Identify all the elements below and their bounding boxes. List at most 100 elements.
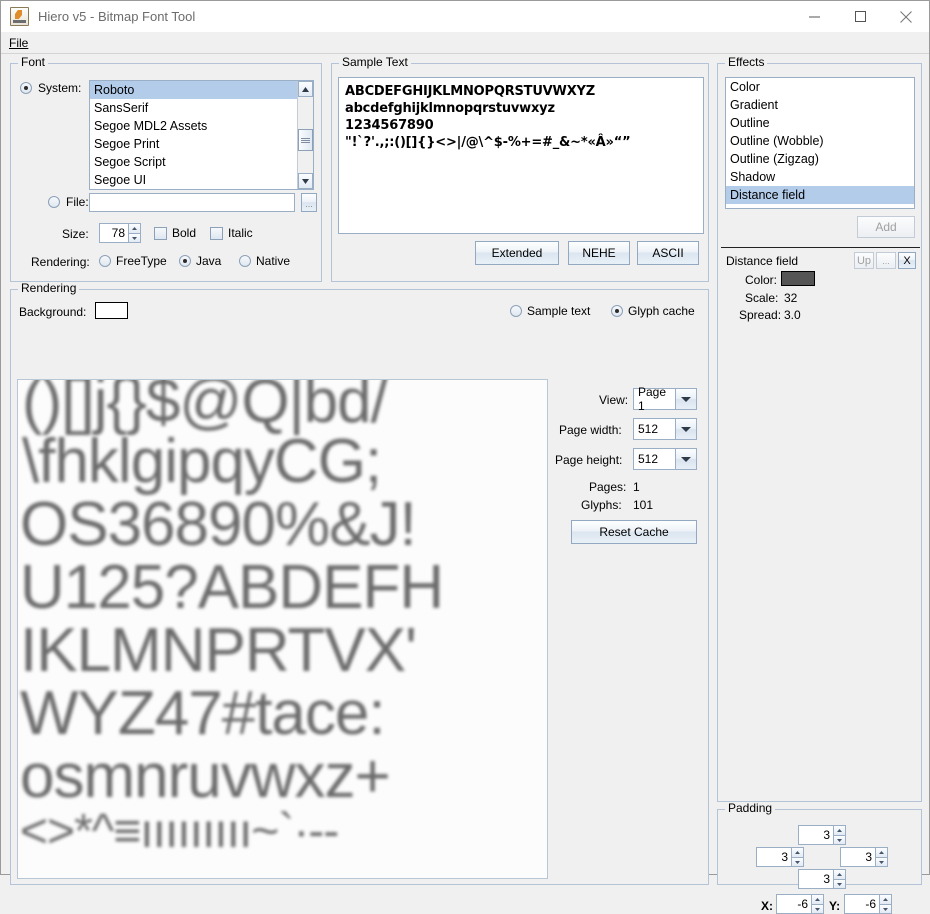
glyph-cache-mode-row[interactable]: Glyph cache xyxy=(611,304,695,318)
system-font-list[interactable]: Roboto SansSerif Segoe MDL2 Assets Segoe… xyxy=(89,80,314,190)
padding-bottom-stepper[interactable]: 3 xyxy=(798,869,846,889)
stepper-arrows[interactable] xyxy=(791,847,804,867)
padding-right-stepper[interactable]: 3 xyxy=(840,847,888,867)
stepper-up-icon[interactable] xyxy=(791,847,804,857)
file-radio-row[interactable]: File: xyxy=(48,195,89,209)
padding-y-stepper[interactable]: -6 xyxy=(844,894,892,914)
padding-bottom-value[interactable]: 3 xyxy=(798,869,833,889)
list-item[interactable]: Segoe UI xyxy=(90,171,313,189)
system-radio-row[interactable]: System: xyxy=(20,81,81,95)
glyph-cache-radio[interactable] xyxy=(611,305,623,317)
list-item[interactable]: Shadow xyxy=(726,168,914,186)
extended-button[interactable]: Extended xyxy=(475,241,559,265)
page-height-select[interactable]: 512 xyxy=(633,448,697,470)
scrollbar-thumb[interactable] xyxy=(298,129,313,151)
page-height-value: 512 xyxy=(634,449,675,469)
file-radio[interactable] xyxy=(48,196,60,208)
sample-text-radio[interactable] xyxy=(510,305,522,317)
background-color-swatch[interactable] xyxy=(95,302,128,319)
font-file-browse-button[interactable]: ... xyxy=(301,193,317,212)
bold-checkbox[interactable] xyxy=(154,227,167,240)
stepper-up-icon[interactable] xyxy=(833,825,846,835)
close-icon[interactable] xyxy=(883,1,929,32)
maximize-icon[interactable] xyxy=(837,1,883,32)
padding-x-value[interactable]: -6 xyxy=(776,894,811,914)
stepper-arrows[interactable] xyxy=(833,825,846,845)
stepper-up-icon[interactable] xyxy=(879,894,892,904)
font-size-stepper[interactable]: 78 xyxy=(99,223,141,243)
stepper-up-icon[interactable] xyxy=(811,894,824,904)
padding-x-stepper[interactable]: -6 xyxy=(776,894,824,914)
view-page-select[interactable]: Page 1 xyxy=(633,388,697,410)
stepper-arrows[interactable] xyxy=(811,894,824,914)
effects-list[interactable]: Color Gradient Outline Outline (Wobble) … xyxy=(725,77,915,209)
ascii-button[interactable]: ASCII xyxy=(637,241,699,265)
font-size-value[interactable]: 78 xyxy=(99,223,128,243)
java-radio[interactable] xyxy=(179,255,191,267)
padding-top-value[interactable]: 3 xyxy=(798,825,833,845)
stepper-down-icon[interactable] xyxy=(833,879,846,889)
sample-text-input[interactable]: ABCDEFGHIJKLMNOPQRSTUVWXYZ abcdefghijklm… xyxy=(338,77,704,234)
padding-left-value[interactable]: 3 xyxy=(756,847,791,867)
glyph-row: IKLMNPRTVX' xyxy=(20,615,416,686)
effect-options-button[interactable]: ... xyxy=(876,252,896,269)
stepper-up-icon[interactable] xyxy=(128,223,141,233)
native-radio[interactable] xyxy=(239,255,251,267)
page-width-select[interactable]: 512 xyxy=(633,418,697,440)
list-item[interactable]: SansSerif xyxy=(90,99,313,117)
scroll-up-icon[interactable] xyxy=(298,81,313,97)
menu-file[interactable]: File xyxy=(3,35,34,51)
chevron-down-icon[interactable] xyxy=(675,449,696,469)
scroll-down-icon[interactable] xyxy=(298,173,313,189)
italic-checkbox[interactable] xyxy=(210,227,223,240)
freetype-radio[interactable] xyxy=(99,255,111,267)
java-radio-row[interactable]: Java xyxy=(179,254,221,268)
stepper-up-icon[interactable] xyxy=(875,847,888,857)
stepper-down-icon[interactable] xyxy=(879,904,892,914)
list-item[interactable]: Gradient xyxy=(726,96,914,114)
stepper-down-icon[interactable] xyxy=(811,904,824,914)
bold-checkbox-row[interactable]: Bold xyxy=(154,226,196,240)
list-item[interactable]: Segoe Script xyxy=(90,153,313,171)
stepper-down-icon[interactable] xyxy=(833,835,846,845)
effect-move-up-button[interactable]: Up xyxy=(854,252,874,269)
sample-text-mode-row[interactable]: Sample text xyxy=(510,304,590,318)
stepper-up-icon[interactable] xyxy=(833,869,846,879)
padding-right-value[interactable]: 3 xyxy=(840,847,875,867)
list-item[interactable]: Segoe MDL2 Assets xyxy=(90,117,313,135)
padding-left-stepper[interactable]: 3 xyxy=(756,847,804,867)
effect-remove-button[interactable]: X xyxy=(898,252,916,269)
add-effect-button[interactable]: Add xyxy=(857,216,915,238)
system-radio[interactable] xyxy=(20,82,32,94)
font-file-input[interactable] xyxy=(89,193,295,212)
reset-cache-button[interactable]: Reset Cache xyxy=(571,520,697,544)
stepper-down-icon[interactable] xyxy=(875,857,888,867)
stepper-down-icon[interactable] xyxy=(128,233,141,243)
chevron-down-icon[interactable] xyxy=(675,389,696,409)
list-item[interactable]: Color xyxy=(726,78,914,96)
list-item[interactable]: Outline (Wobble) xyxy=(726,132,914,150)
stepper-arrows[interactable] xyxy=(833,869,846,889)
font-size-arrows[interactable] xyxy=(128,223,141,243)
list-item[interactable]: Outline (Zigzag) xyxy=(726,150,914,168)
padding-y-value[interactable]: -6 xyxy=(844,894,879,914)
font-list-scrollbar[interactable] xyxy=(297,81,313,189)
list-item[interactable]: Distance field xyxy=(726,186,914,204)
page-width-value: 512 xyxy=(634,419,675,439)
stepper-down-icon[interactable] xyxy=(791,857,804,867)
list-item[interactable]: Segoe Print xyxy=(90,135,313,153)
distance-field-color-swatch[interactable] xyxy=(781,271,815,286)
chevron-down-icon[interactable] xyxy=(675,419,696,439)
native-radio-row[interactable]: Native xyxy=(239,254,290,268)
italic-checkbox-row[interactable]: Italic xyxy=(210,226,253,240)
glyph-cache-canvas[interactable]: ()[]j{}$@Q|bd/ \fhklgipqyCG; OS36890%&J!… xyxy=(17,379,548,879)
freetype-radio-row[interactable]: FreeType xyxy=(99,254,167,268)
main-content: Font System: Roboto SansSerif Segoe MDL2… xyxy=(1,54,929,874)
list-item[interactable]: Outline xyxy=(726,114,914,132)
nehe-button[interactable]: NEHE xyxy=(568,241,630,265)
stepper-arrows[interactable] xyxy=(875,847,888,867)
padding-top-stepper[interactable]: 3 xyxy=(798,825,846,845)
stepper-arrows[interactable] xyxy=(879,894,892,914)
minimize-icon[interactable] xyxy=(791,1,837,32)
list-item[interactable]: Roboto xyxy=(90,81,313,99)
